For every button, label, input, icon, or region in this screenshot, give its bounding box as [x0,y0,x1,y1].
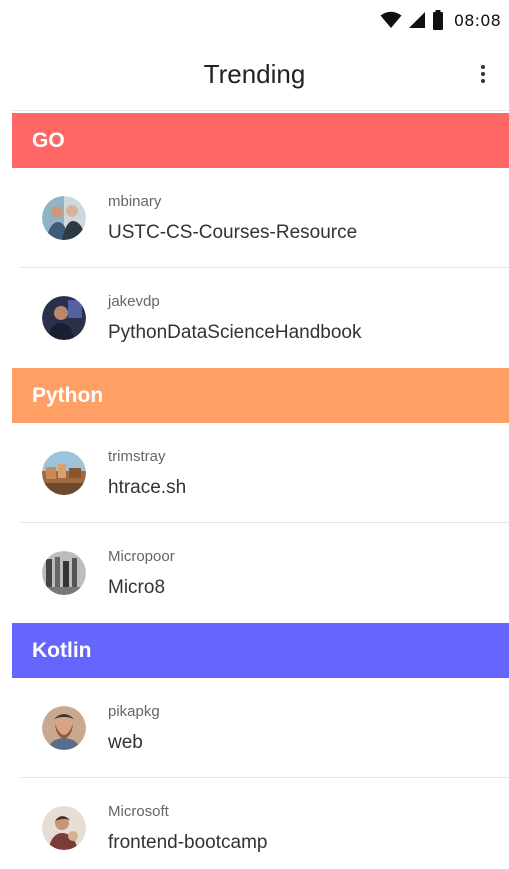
app-bar-divider [12,110,509,111]
avatar [42,296,86,340]
screen: 08:08 Trending GO mbinary USTC-CS-Course… [0,0,509,869]
repo-owner: jakevdp [108,293,160,310]
trending-list[interactable]: GO mbinary USTC-CS-Courses-Resource jake… [12,113,509,869]
status-bar: 08:08 [0,0,509,40]
status-time: 08:08 [453,10,501,30]
repo-name: htrace.sh [108,477,187,498]
repo-owner: pikapkg [108,703,160,720]
section-title: GO [32,128,65,152]
section-title: Python [32,383,104,407]
repo-name: web [108,732,143,753]
overflow-menu-button[interactable] [467,58,499,90]
repo-owner: trimstray [108,448,166,465]
repo-owner: Microsoft [108,803,169,820]
section-header-kotlin: Kotlin [12,623,509,678]
section-header-python: Python [12,368,509,423]
repo-row[interactable]: trimstray htrace.sh [12,423,509,523]
avatar [42,451,86,495]
page-title: Trending [203,58,306,89]
avatar [42,551,86,595]
battery-icon [432,10,444,30]
repo-row[interactable]: Microsoft frontend-bootcamp [12,778,509,869]
wifi-icon [380,11,402,29]
more-vert-icon [481,65,485,69]
app-bar: Trending [0,40,509,108]
cellular-signal-icon [408,11,426,29]
avatar [42,706,86,750]
repo-name: frontend-bootcamp [108,832,268,853]
section-title: Kotlin [32,638,92,662]
avatar [42,196,86,240]
repo-row[interactable]: pikapkg web [12,678,509,778]
repo-name: Micro8 [108,577,166,598]
repo-owner: mbinary [108,193,162,210]
repo-name: USTC-CS-Courses-Resource [108,222,358,243]
repo-row[interactable]: Micropoor Micro8 [12,523,509,623]
repo-name: PythonDataScienceHandbook [108,322,362,343]
avatar [42,806,86,850]
repo-owner: Micropoor [108,548,175,565]
repo-row[interactable]: jakevdp PythonDataScienceHandbook [12,268,509,368]
repo-row[interactable]: mbinary USTC-CS-Courses-Resource [12,168,509,268]
section-header-go: GO [12,113,509,168]
